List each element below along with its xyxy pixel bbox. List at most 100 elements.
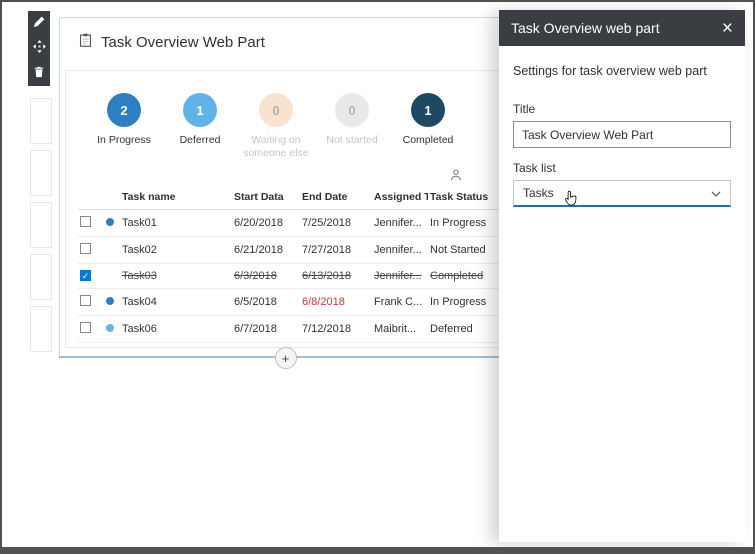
- cell-start-date: 6/5/2018: [232, 288, 300, 317]
- placeholder-box: [30, 202, 52, 248]
- cell-task-status: Not Started: [428, 236, 505, 265]
- header-assigned-to[interactable]: Assigned T...: [372, 186, 428, 211]
- task-list-field: Task list Tasks: [513, 161, 731, 207]
- cell-assigned-to: Jennifer...: [372, 209, 428, 238]
- placeholder-box: [30, 98, 52, 144]
- task-row[interactable]: Task06 6/7/2018 7/12/2018 Maibrit... Deferre…: [78, 315, 505, 344]
- cell-task-status: In Progress: [428, 288, 505, 317]
- webpart-title: Task Overview Web Part: [101, 34, 265, 51]
- cell-start-date: 6/7/2018: [232, 315, 300, 344]
- header-task-status[interactable]: Task Status: [428, 186, 505, 211]
- cell-end-date: 6/13/2018: [300, 263, 372, 290]
- panel-subtitle: Settings for task overview web part: [513, 64, 707, 78]
- status-circle-label: Not started: [326, 134, 378, 146]
- row-checkbox[interactable]: [80, 322, 91, 334]
- status-dot: [106, 297, 114, 306]
- cell-task-name: Task03: [120, 263, 232, 290]
- webpart-toolbar: [28, 11, 50, 86]
- status-dot: [106, 218, 114, 227]
- cell-task-name: Task01: [120, 209, 232, 238]
- status-circle-count: 1: [183, 93, 217, 127]
- placeholder-box: [30, 306, 52, 352]
- task-list-dropdown[interactable]: Tasks: [513, 180, 731, 207]
- cell-start-date: 6/3/2018: [232, 263, 300, 290]
- cell-start-date: 6/21/2018: [232, 236, 300, 265]
- cell-end-date: 7/25/2018: [300, 209, 372, 238]
- status-circle[interactable]: 1 Completed: [390, 93, 466, 160]
- person-icon[interactable]: [449, 169, 463, 186]
- cell-assigned-to: Jennifer...: [372, 263, 428, 290]
- cell-assigned-to: Frank C...: [372, 288, 428, 317]
- cell-end-date: 6/8/2018: [300, 288, 372, 317]
- clipboard-icon: [78, 33, 93, 52]
- webpart-header: Task Overview Web Part: [60, 18, 511, 52]
- chevron-down-icon: [711, 186, 721, 200]
- status-circle-label: In Progress: [97, 134, 151, 146]
- cell-end-date: 7/27/2018: [300, 236, 372, 265]
- status-circle-count: 0: [259, 93, 293, 127]
- status-circle[interactable]: 0 Not started: [314, 93, 390, 160]
- cell-task-name: Task04: [120, 288, 232, 317]
- webpart-content: 2 In Progress 1 Deferred 0 Waiting on someone…: [65, 70, 506, 348]
- status-circle[interactable]: 1 Deferred: [162, 93, 238, 160]
- trash-icon: [33, 65, 45, 83]
- settings-panel: Task Overview web part × Settings for ta…: [499, 10, 745, 542]
- cell-end-date: 7/12/2018: [300, 315, 372, 344]
- status-circle-label: Waiting on someone else: [243, 134, 309, 160]
- cell-task-status: In Progress: [428, 209, 505, 238]
- add-webpart-button[interactable]: +: [274, 347, 297, 369]
- row-checkbox[interactable]: [80, 243, 91, 255]
- panel-title: Task Overview web part: [511, 20, 660, 36]
- delete-webpart-button[interactable]: [28, 61, 50, 86]
- task-row[interactable]: Task04 6/5/2018 6/8/2018 Frank C... In Progr…: [78, 288, 505, 317]
- status-dot: [106, 324, 114, 333]
- status-circle-label: Deferred: [179, 134, 221, 146]
- task-overview-webpart[interactable]: Task Overview Web Part 2 In Progress 1 Defe…: [59, 17, 512, 369]
- table-header-row: Task name Start Data End Date Assigned T…: [78, 186, 505, 211]
- header-checkbox-col: [78, 186, 104, 211]
- status-circle-label: Completed: [402, 134, 454, 146]
- header-task-name[interactable]: Task name: [120, 186, 232, 211]
- task-table-body: Task01 6/20/2018 7/25/2018 Jennifer... In Pr…: [78, 209, 505, 344]
- task-list-field-label: Task list: [513, 161, 556, 175]
- screen: Task Overview Web Part 2 In Progress 1 Defe…: [0, 0, 755, 554]
- cell-start-date: 6/20/2018: [232, 209, 300, 238]
- status-summary: 2 In Progress 1 Deferred 0 Waiting on someone…: [66, 71, 505, 160]
- task-row[interactable]: Task01 6/20/2018 7/25/2018 Jennifer... In Pr…: [78, 209, 505, 238]
- title-field-label: Title: [513, 102, 536, 116]
- task-list-selected-value: Tasks: [523, 186, 554, 200]
- task-table: Task name Start Data End Date Assigned T…: [78, 186, 505, 344]
- move-icon: [32, 39, 46, 58]
- status-circle[interactable]: 0 Waiting on someone else: [238, 93, 314, 160]
- task-row[interactable]: Task02 6/21/2018 7/27/2018 Jennifer... Not S…: [78, 236, 505, 265]
- panel-header: Task Overview web part ×: [499, 10, 745, 46]
- cell-assigned-to: Maibrit...: [372, 315, 428, 344]
- task-row[interactable]: ✓ Task03 6/3/2018 6/13/2018 Jennifer... Compl…: [78, 263, 505, 290]
- title-input[interactable]: [513, 121, 731, 148]
- header-start-date[interactable]: Start Data: [232, 186, 300, 211]
- title-field: Title: [513, 102, 731, 148]
- cell-task-status: Deferred: [428, 315, 505, 344]
- pencil-icon: [33, 15, 45, 33]
- cursor-hand-icon: [564, 190, 578, 211]
- status-circle-count: 1: [411, 93, 445, 127]
- status-circle-count: 0: [335, 93, 369, 127]
- row-checkbox[interactable]: [80, 295, 91, 307]
- cell-task-status: Completed: [428, 263, 505, 290]
- row-checkbox[interactable]: ✓: [80, 270, 91, 282]
- panel-body: Settings for task overview web part Titl…: [499, 64, 745, 207]
- header-dot-col: [104, 186, 120, 211]
- move-webpart-button[interactable]: [28, 36, 50, 61]
- status-circle[interactable]: 2 In Progress: [86, 93, 162, 160]
- close-icon[interactable]: ×: [722, 19, 733, 38]
- placeholder-box: [30, 150, 52, 196]
- status-circle-count: 2: [107, 93, 141, 127]
- cell-assigned-to: Jennifer...: [372, 236, 428, 265]
- placeholder-box: [30, 254, 52, 300]
- row-checkbox[interactable]: [80, 216, 91, 228]
- cell-task-name: Task06: [120, 315, 232, 344]
- edit-webpart-button[interactable]: [28, 11, 50, 36]
- person-filter-row: [66, 168, 505, 186]
- header-end-date[interactable]: End Date: [300, 186, 372, 211]
- cell-task-name: Task02: [120, 236, 232, 265]
